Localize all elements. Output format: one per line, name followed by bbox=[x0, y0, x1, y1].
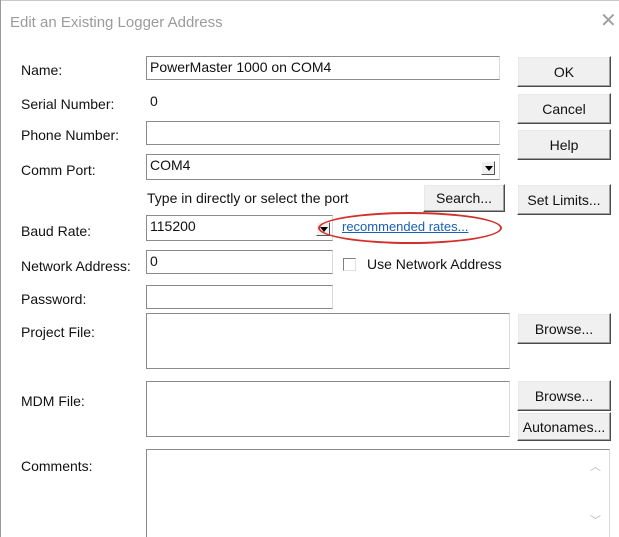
name-field-value: PowerMaster 1000 on COM4 bbox=[150, 59, 332, 75]
use-network-address-checkbox[interactable] bbox=[343, 258, 356, 271]
network-address-label: Network Address: bbox=[21, 258, 131, 274]
autonames-button-label: Autonames... bbox=[522, 418, 606, 435]
project-file-label: Project File: bbox=[21, 324, 95, 340]
phone-number-label: Phone Number: bbox=[21, 127, 120, 143]
close-icon[interactable]: ✕ bbox=[600, 11, 617, 31]
cancel-button-label: Cancel bbox=[542, 100, 586, 117]
autonames-button[interactable]: Autonames... bbox=[517, 412, 611, 441]
comm-port-value: COM4 bbox=[150, 157, 191, 173]
set-limits-button[interactable]: Set Limits... bbox=[517, 184, 611, 215]
serial-number-value: 0 bbox=[150, 93, 158, 109]
comments-textarea[interactable]: ︿ ﹀ bbox=[146, 449, 610, 537]
help-button[interactable]: Help bbox=[517, 129, 611, 160]
set-limits-button-label: Set Limits... bbox=[527, 191, 601, 208]
browse-project-button[interactable]: Browse... bbox=[517, 313, 611, 344]
browse-mdm-button[interactable]: Browse... bbox=[517, 380, 611, 411]
window-left-border bbox=[0, 0, 1, 537]
ok-button-label: OK bbox=[553, 63, 575, 80]
cancel-button[interactable]: Cancel bbox=[517, 93, 611, 124]
baud-rate-select[interactable]: 115200 bbox=[146, 215, 333, 241]
help-button-label: Help bbox=[549, 136, 579, 153]
use-network-address-label: Use Network Address bbox=[367, 256, 502, 272]
scroll-down-icon[interactable]: ﹀ bbox=[590, 512, 601, 528]
dialog-title: Edit an Existing Logger Address bbox=[10, 14, 223, 31]
search-button[interactable]: Search... bbox=[423, 184, 505, 212]
ok-button[interactable]: OK bbox=[517, 56, 611, 87]
mdm-file-field[interactable] bbox=[146, 381, 510, 437]
scroll-up-icon[interactable]: ︿ bbox=[590, 458, 601, 474]
comments-label: Comments: bbox=[21, 458, 93, 474]
serial-number-label: Serial Number: bbox=[21, 96, 115, 112]
baud-rate-value: 115200 bbox=[150, 218, 196, 234]
network-address-field[interactable]: 0 bbox=[146, 250, 333, 274]
search-button-label: Search... bbox=[435, 190, 493, 206]
project-file-field[interactable] bbox=[146, 313, 510, 369]
browse-project-button-label: Browse... bbox=[534, 320, 594, 337]
comm-port-hint: Type in directly or select the port bbox=[147, 190, 349, 206]
phone-number-field[interactable] bbox=[146, 121, 500, 145]
password-label: Password: bbox=[21, 291, 87, 307]
window-top-border bbox=[0, 0, 619, 1]
mdm-file-label: MDM File: bbox=[21, 393, 85, 409]
recommended-rates-link[interactable]: recommended rates... bbox=[342, 219, 468, 234]
browse-mdm-button-label: Browse... bbox=[534, 387, 594, 404]
chevron-down-icon[interactable] bbox=[481, 161, 495, 175]
name-field[interactable]: PowerMaster 1000 on COM4 bbox=[146, 56, 500, 80]
baud-rate-label: Baud Rate: bbox=[21, 223, 92, 239]
name-label: Name: bbox=[21, 62, 63, 78]
network-address-value: 0 bbox=[150, 253, 158, 269]
comm-port-select[interactable]: COM4 bbox=[146, 154, 500, 180]
comm-port-label: Comm Port: bbox=[21, 162, 96, 178]
password-field[interactable] bbox=[146, 285, 333, 309]
